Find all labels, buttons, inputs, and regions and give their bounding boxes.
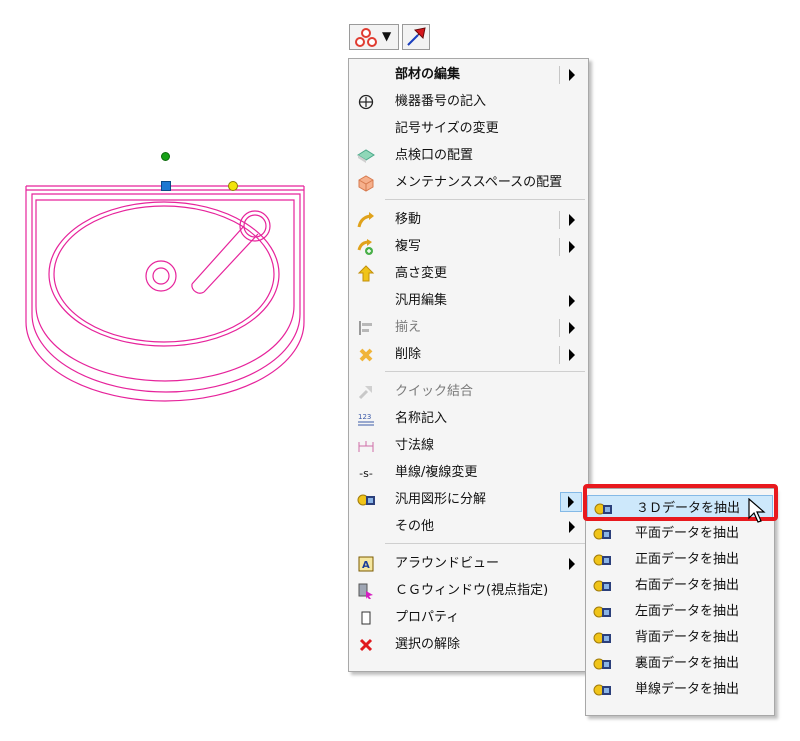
snap-mode-icon	[355, 28, 377, 47]
submenu-divider	[559, 319, 560, 337]
submenu-arrow-icon	[569, 558, 575, 570]
menu-item-other[interactable]: その他	[351, 515, 586, 539]
extract-icon	[593, 658, 611, 670]
cg-window-icon	[357, 582, 375, 600]
maintenance-space-icon	[357, 174, 375, 192]
copy-icon	[357, 238, 375, 256]
extract-submenu: ３Ｄデータを抽出 平面データを抽出 正面データを抽出 右面データを抽出 左面デー…	[585, 488, 775, 716]
name-entry-icon: 123	[357, 410, 375, 428]
svg-text:123: 123	[358, 413, 371, 421]
submenu-divider	[559, 66, 560, 84]
context-menu: 部材の編集 機器番号の記入 記号サイズの変更 点検口の配置 メンテナンススペース…	[348, 58, 589, 672]
svg-text:A: A	[362, 560, 370, 571]
menu-item-equipment-number[interactable]: 機器番号の記入	[351, 90, 586, 114]
extract-icon	[593, 606, 611, 618]
circle-symbol-icon	[357, 93, 375, 111]
dimension-line-icon	[357, 437, 375, 455]
submenu-item-extract-bottom[interactable]: 裏面データを抽出	[587, 651, 773, 677]
menu-item-move[interactable]: 移動	[351, 208, 586, 232]
around-view-icon: A	[357, 555, 375, 573]
height-change-icon	[357, 265, 375, 283]
menu-item-general-edit[interactable]: 汎用編集	[351, 289, 586, 313]
submenu-item-extract-back[interactable]: 背面データを抽出	[587, 625, 773, 651]
menu-item-decompose[interactable]: 汎用図形に分解	[351, 488, 586, 512]
submenu-arrow-icon	[569, 69, 575, 81]
menu-item-line-switch[interactable]: -s- 単線/複線変更	[351, 461, 586, 485]
submenu-arrow-icon	[569, 349, 575, 361]
move-icon	[357, 211, 375, 229]
menu-item-quick-join[interactable]: クイック結合	[351, 380, 586, 404]
submenu-arrow-icon	[569, 241, 575, 253]
resize-handle[interactable]	[228, 181, 238, 191]
extract-icon	[593, 580, 611, 592]
submenu-item-extract-right[interactable]: 右面データを抽出	[587, 573, 773, 599]
menu-item-symbol-size[interactable]: 記号サイズの変更	[351, 117, 586, 141]
menu-item-dimension-line[interactable]: 寸法線	[351, 434, 586, 458]
extract-icon	[593, 528, 611, 540]
menu-item-cg-window[interactable]: ＣＧウィンドウ(視点指定)	[351, 579, 586, 603]
extract-icon	[593, 632, 611, 644]
menu-separator	[385, 199, 585, 200]
menu-separator	[385, 371, 585, 372]
menu-item-maintenance-space[interactable]: メンテナンススペースの配置	[351, 171, 586, 195]
submenu-item-extract-plan[interactable]: 平面データを抽出	[587, 521, 773, 547]
toolbar: ▼	[349, 24, 433, 50]
rotation-handle[interactable]	[161, 152, 170, 161]
decompose-icon	[357, 491, 375, 509]
submenu-arrow-icon	[569, 295, 575, 307]
red-arrow-icon	[407, 27, 426, 46]
submenu-item-extract-left[interactable]: 左面データを抽出	[587, 599, 773, 625]
submenu-arrow-icon	[569, 322, 575, 334]
submenu-item-extract-front[interactable]: 正面データを抽出	[587, 547, 773, 573]
submenu-divider	[559, 238, 560, 256]
extend-tool-button[interactable]	[402, 24, 430, 50]
submenu-arrow-icon	[569, 214, 575, 226]
delete-icon	[357, 346, 375, 364]
property-icon	[357, 609, 375, 627]
snap-mode-dropdown[interactable]: ▼	[349, 24, 399, 50]
menu-separator	[385, 543, 585, 544]
submenu-arrow-icon	[569, 521, 575, 533]
menu-item-inspection-port[interactable]: 点検口の配置	[351, 144, 586, 168]
menu-item-height-change[interactable]: 高さ変更	[351, 262, 586, 286]
extract-icon	[593, 684, 611, 696]
line-switch-icon: -s-	[359, 466, 373, 480]
menu-item-name-entry[interactable]: 123 名称記入	[351, 407, 586, 431]
menu-item-align[interactable]: 揃え	[351, 316, 586, 340]
submenu-divider	[559, 346, 560, 364]
inspection-port-icon	[357, 147, 375, 165]
menu-item-edit-part[interactable]: 部材の編集	[351, 63, 586, 87]
submenu-arrow-icon	[568, 496, 574, 508]
extract-icon	[593, 554, 611, 566]
chevron-down-icon: ▼	[382, 29, 392, 43]
menu-item-property[interactable]: プロパティ	[351, 606, 586, 630]
washbasin-drawing[interactable]	[0, 140, 320, 410]
base-point-handle[interactable]	[161, 181, 171, 191]
menu-item-copy[interactable]: 複写	[351, 235, 586, 259]
submenu-divider	[559, 211, 560, 229]
mouse-cursor-icon	[748, 498, 766, 523]
deselect-icon	[357, 636, 375, 654]
menu-item-delete[interactable]: 削除	[351, 343, 586, 367]
menu-item-around-view[interactable]: A アラウンドビュー	[351, 552, 586, 576]
align-icon	[357, 319, 375, 337]
menu-item-deselect[interactable]: 選択の解除	[351, 633, 586, 657]
open-submenu-arrow-highlight	[560, 492, 582, 512]
submenu-item-extract-singleline[interactable]: 単線データを抽出	[587, 677, 773, 703]
quick-join-icon	[357, 383, 375, 401]
